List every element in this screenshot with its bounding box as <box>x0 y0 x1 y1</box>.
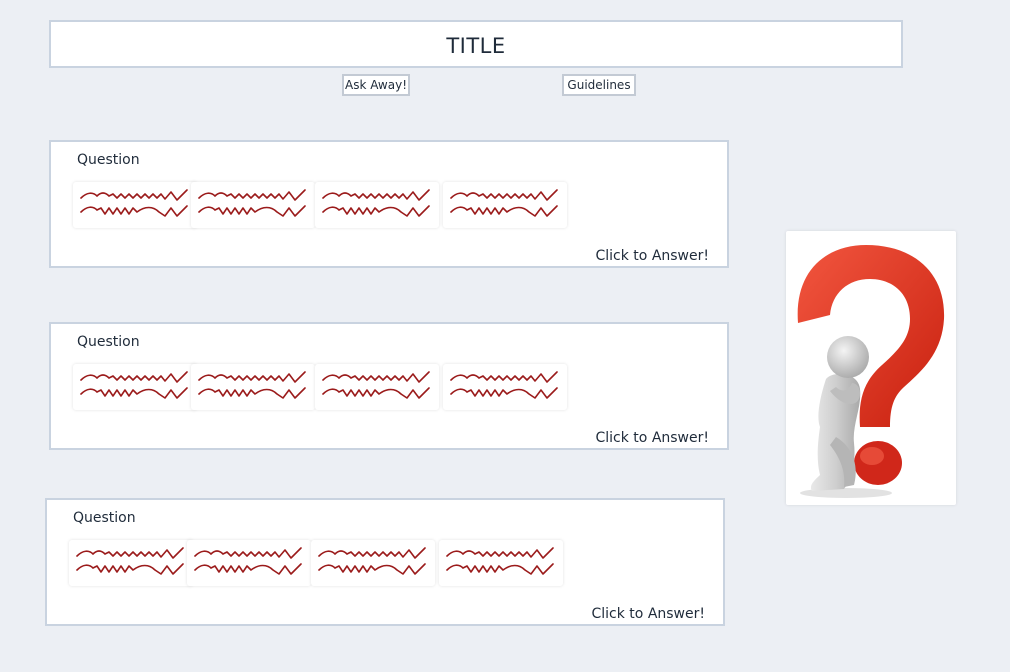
question-card[interactable]: Question Click to Answer! <box>45 498 725 626</box>
question-card[interactable]: Question Click to Answer! <box>49 140 729 268</box>
click-to-answer-link[interactable]: Click to Answer! <box>592 606 706 622</box>
ask-away-button[interactable]: Ask Away! <box>342 74 410 96</box>
scribble-placeholder-icon <box>187 540 311 586</box>
scribble-placeholder-icon <box>443 182 567 228</box>
scribble-placeholder-icon <box>191 182 315 228</box>
click-to-answer-link[interactable]: Click to Answer! <box>596 430 710 446</box>
scribble-placeholder-icon <box>439 540 563 586</box>
thinking-figure-question-mark-icon <box>797 245 945 498</box>
question-text-placeholder <box>73 364 573 410</box>
scribble-placeholder-icon <box>315 364 439 410</box>
scribble-placeholder-icon <box>191 364 315 410</box>
scribble-placeholder-icon <box>69 540 193 586</box>
scribble-placeholder-icon <box>443 364 567 410</box>
scribble-placeholder-icon <box>73 364 197 410</box>
question-text-placeholder <box>69 540 569 586</box>
question-label: Question <box>77 334 140 350</box>
scribble-placeholder-icon <box>73 182 197 228</box>
question-label: Question <box>73 510 136 526</box>
question-text-placeholder <box>73 182 573 228</box>
page-title-text: TITLE <box>446 34 506 58</box>
click-to-answer-link[interactable]: Click to Answer! <box>596 248 710 264</box>
scribble-placeholder-icon <box>315 182 439 228</box>
page-title: TITLE <box>49 20 903 68</box>
question-card[interactable]: Question Click to Answer! <box>49 322 729 450</box>
question-label: Question <box>77 152 140 168</box>
scribble-placeholder-icon <box>311 540 435 586</box>
guidelines-button[interactable]: Guidelines <box>562 74 636 96</box>
thinking-figure-image <box>786 231 956 505</box>
